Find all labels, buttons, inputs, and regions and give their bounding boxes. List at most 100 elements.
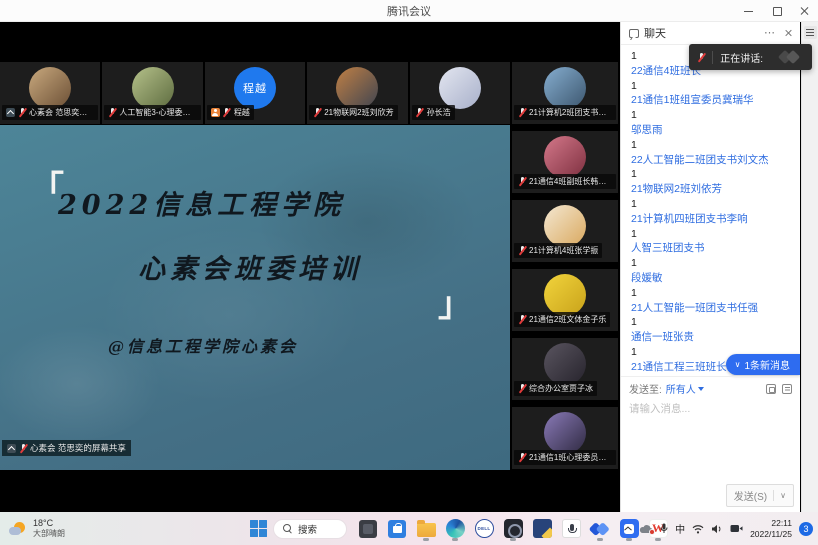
speaking-indicator-tooltip: 正在讲话: <box>689 44 812 70</box>
close-button[interactable] <box>800 6 810 16</box>
participant-tile[interactable]: 21物联网2班刘欣芳 <box>307 62 407 124</box>
taskbar-app-camera[interactable] <box>502 517 524 541</box>
avatar <box>544 343 586 385</box>
mic-muted-icon <box>18 108 26 118</box>
taskbar-app-recorder[interactable] <box>560 517 582 541</box>
taskbar-app-explorer[interactable] <box>415 517 437 541</box>
chat-message: 通信一班张贵 <box>631 330 790 345</box>
chat-message: 22人工智能二班团支书刘文杰 <box>631 153 790 168</box>
send-to-dropdown[interactable]: 所有人 <box>666 381 704 396</box>
screen-share-icon <box>7 444 16 453</box>
chevron-down-icon <box>698 387 704 391</box>
minimize-button[interactable] <box>744 6 754 16</box>
taskbar-app-widgets[interactable] <box>357 517 379 541</box>
store-icon <box>388 520 406 538</box>
participant-tile[interactable]: 心素会 范思奕的屏幕共享 <box>0 62 100 124</box>
folder-icon <box>417 523 436 537</box>
mic-muted-icon <box>416 108 424 118</box>
participant-tile[interactable]: 综合办公室贾子冰 <box>512 338 618 400</box>
chat-footer: 发送至: 所有人 请输入消息... 发送(S) ∨ <box>621 376 800 512</box>
taskbar-app-powertoys[interactable] <box>531 517 553 541</box>
chat-messages[interactable]: 122通信4班班长121通信1班组宣委员冀瑞华1邬思雨122人工智能二班团支书刘… <box>621 45 800 376</box>
participant-label: 人工智能3-心理委员陈妙音 <box>104 105 200 120</box>
tray-volume[interactable] <box>711 524 723 534</box>
tray-wifi[interactable] <box>692 524 704 534</box>
mic-muted-icon <box>108 108 116 118</box>
recorder-icon <box>562 519 581 538</box>
tencent-meeting-icon <box>591 519 610 538</box>
chat-header: 聊天 ⋯ <box>621 22 800 45</box>
shared-screen[interactable]: 「 2022信息工程学院 心素会班委培训 」 @信息工程学院心素会 心素会 范思… <box>0 125 510 470</box>
maximize-button[interactable] <box>772 6 782 16</box>
tray-time: 22:11 <box>771 518 792 529</box>
participant-tile[interactable]: 孙长浩 <box>410 62 510 124</box>
taskbar-app-store[interactable] <box>386 517 408 541</box>
chat-more-button[interactable]: ⋯ <box>764 28 776 38</box>
chat-message: 段媛敏 <box>631 271 790 286</box>
participant-tile[interactable]: 21计算机2班团支书吴四鸿 <box>512 62 618 124</box>
menu-hamburger-button[interactable] <box>804 26 817 39</box>
participant-label: 21物联网2班刘欣芳 <box>309 105 397 120</box>
participant-name: 心素会 范思奕的屏幕共享 <box>29 107 94 118</box>
speaker-icon <box>711 524 723 534</box>
chat-message: 1 <box>631 227 790 242</box>
participant-name: 人工智能3-心理委员陈妙音 <box>119 107 196 118</box>
participant-tile[interactable]: 21通信4班副班长韩思睿 <box>512 131 618 193</box>
participant-tile[interactable]: 21计算机4班张学振 <box>512 200 618 262</box>
chevron-down-icon: ∨ <box>735 360 741 369</box>
avatar <box>29 67 71 109</box>
mic-muted-icon <box>518 108 526 118</box>
avatar: 程越 <box>234 67 276 109</box>
participant-name: 21计算机2班团支书吴四鸿 <box>529 107 612 118</box>
participant-name: 21物联网2班刘欣芳 <box>324 107 393 118</box>
tray-cloud[interactable] <box>639 524 653 534</box>
mic-muted-icon <box>518 246 526 256</box>
notification-badge[interactable]: 3 <box>799 522 813 536</box>
participant-name: 综合办公室贾子冰 <box>529 383 593 394</box>
taskbar-app-dell[interactable]: DELL <box>473 517 495 541</box>
participant-name: 21通信4班副班长韩思睿 <box>529 176 612 187</box>
new-message-pill[interactable]: ∨ 1条新消息 <box>726 354 800 375</box>
chat-history-icon[interactable] <box>782 384 792 394</box>
chat-input[interactable]: 请输入消息... <box>621 398 800 419</box>
tray-date: 2022/11/25 <box>750 529 792 540</box>
speaking-label: 正在讲话: <box>720 50 763 65</box>
participant-tile[interactable]: 人工智能3-心理委员陈妙音 <box>102 62 202 124</box>
ime-indicator[interactable]: 中 <box>675 521 685 536</box>
taskbar: 18°C 大部晴朗 搜索 DELL W <box>0 512 818 545</box>
weather-temp: 18°C <box>33 518 65 529</box>
mic-muted-icon <box>19 443 27 453</box>
start-button[interactable] <box>250 520 267 537</box>
participant-tile[interactable]: 21通信1班心理委员杨卓然 <box>512 407 618 469</box>
taskbar-app-meeting[interactable] <box>589 517 611 541</box>
widgets-icon <box>359 520 377 538</box>
avatar <box>544 205 586 247</box>
chat-message: 1 <box>631 315 790 330</box>
send-button[interactable]: 发送(S) ∨ <box>726 484 794 507</box>
clock[interactable]: 22:11 2022/11/25 <box>750 518 792 539</box>
search-label: 搜索 <box>298 522 317 536</box>
screenshot-icon[interactable] <box>766 384 776 394</box>
powertoys-icon <box>533 519 552 538</box>
chat-message: 21计算机四班团支书李响 <box>631 212 790 227</box>
participant-label: 孙长浩 <box>412 105 455 120</box>
participant-tile[interactable]: 21通信2班文体金子乐 <box>512 269 618 331</box>
chevron-up-icon <box>624 526 632 531</box>
taskbar-app-edge[interactable] <box>444 517 466 541</box>
participant-label: 综合办公室贾子冰 <box>514 381 597 396</box>
avatar <box>439 67 481 109</box>
video-camera-icon <box>730 524 743 533</box>
chat-close-button[interactable] <box>784 29 792 37</box>
chat-title: 聊天 <box>644 25 666 41</box>
participant-tile[interactable]: 程越程越 <box>205 62 305 124</box>
chat-message: 人智三班团支书 <box>631 241 790 256</box>
tray-microphone[interactable] <box>660 523 668 534</box>
tray-show-hidden-button[interactable] <box>624 526 632 531</box>
tray-video[interactable] <box>730 524 743 533</box>
taskbar-search[interactable]: 搜索 <box>273 519 347 539</box>
avatar <box>544 136 586 178</box>
new-message-text: 1条新消息 <box>744 357 790 372</box>
participant-label: 21通信1班心理委员杨卓然 <box>514 450 616 465</box>
mic-muted-icon <box>518 177 526 187</box>
weather-widget[interactable]: 18°C 大部晴朗 <box>8 512 65 545</box>
